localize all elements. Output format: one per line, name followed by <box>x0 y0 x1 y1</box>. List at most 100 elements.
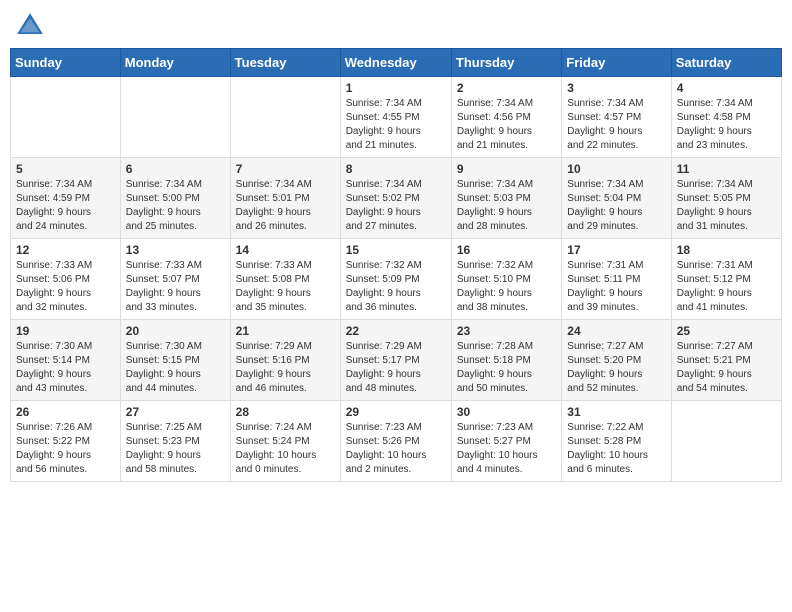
calendar-cell: 20 Sunrise: 7:30 AM Sunset: 5:15 PM Dayli… <box>120 320 230 401</box>
day-info: Sunrise: 7:34 AM Sunset: 4:55 PM Dayligh… <box>346 97 446 153</box>
day-number: 14 <box>236 243 335 257</box>
day-number: 6 <box>126 162 225 176</box>
day-number: 19 <box>16 324 115 338</box>
calendar-cell: 7 Sunrise: 7:34 AM Sunset: 5:01 PM Daylig… <box>230 158 340 239</box>
calendar-cell <box>120 77 230 158</box>
calendar-cell: 23 Sunrise: 7:28 AM Sunset: 5:18 PM Dayli… <box>451 320 561 401</box>
day-info: Sunrise: 7:23 AM Sunset: 5:27 PM Dayligh… <box>457 421 556 477</box>
calendar-cell: 14Sunrise: 7:33 AM Sunset: 5:08 PM Dayli… <box>230 239 340 320</box>
weekday-header: Monday <box>120 49 230 77</box>
day-info: Sunrise: 7:34 AM Sunset: 5:01 PM Dayligh… <box>236 178 335 234</box>
calendar-cell: 18 Sunrise: 7:31 AM Sunset: 5:12 PM Dayli… <box>671 239 781 320</box>
day-number: 15 <box>346 243 446 257</box>
calendar-cell: 5 Sunrise: 7:34 AM Sunset: 4:59 PM Daylig… <box>11 158 121 239</box>
day-info: Sunrise: 7:34 AM Sunset: 4:58 PM Dayligh… <box>677 97 776 153</box>
day-info: Sunrise: 7:27 AM Sunset: 5:21 PM Dayligh… <box>677 340 776 396</box>
calendar-cell <box>230 77 340 158</box>
day-info: Sunrise: 7:34 AM Sunset: 4:57 PM Dayligh… <box>567 97 665 153</box>
day-info: Sunrise: 7:34 AM Sunset: 5:00 PM Dayligh… <box>126 178 225 234</box>
day-info: Sunrise: 7:32 AM Sunset: 5:09 PM Dayligh… <box>346 259 446 315</box>
day-number: 3 <box>567 81 665 95</box>
weekday-header: Friday <box>562 49 671 77</box>
day-info: Sunrise: 7:30 AM Sunset: 5:15 PM Dayligh… <box>126 340 225 396</box>
day-info: Sunrise: 7:27 AM Sunset: 5:20 PM Dayligh… <box>567 340 665 396</box>
day-info: Sunrise: 7:31 AM Sunset: 5:12 PM Dayligh… <box>677 259 776 315</box>
day-info: Sunrise: 7:33 AM Sunset: 5:07 PM Dayligh… <box>126 259 225 315</box>
day-info: Sunrise: 7:32 AM Sunset: 5:10 PM Dayligh… <box>457 259 556 315</box>
calendar-cell: 21Sunrise: 7:29 AM Sunset: 5:16 PM Dayli… <box>230 320 340 401</box>
calendar-cell: 4 Sunrise: 7:34 AM Sunset: 4:58 PM Daylig… <box>671 77 781 158</box>
day-number: 4 <box>677 81 776 95</box>
calendar-cell: 24 Sunrise: 7:27 AM Sunset: 5:20 PM Dayli… <box>562 320 671 401</box>
day-info: Sunrise: 7:31 AM Sunset: 5:11 PM Dayligh… <box>567 259 665 315</box>
day-info: Sunrise: 7:26 AM Sunset: 5:22 PM Dayligh… <box>16 421 115 477</box>
day-number: 11 <box>677 162 776 176</box>
calendar-cell: 3 Sunrise: 7:34 AM Sunset: 4:57 PM Daylig… <box>562 77 671 158</box>
weekday-header: Sunday <box>11 49 121 77</box>
day-number: 27 <box>126 405 225 419</box>
day-info: Sunrise: 7:30 AM Sunset: 5:14 PM Dayligh… <box>16 340 115 396</box>
day-number: 20 <box>126 324 225 338</box>
day-number: 1 <box>346 81 446 95</box>
day-number: 7 <box>236 162 335 176</box>
calendar-cell: 2 Sunrise: 7:34 AM Sunset: 4:56 PM Daylig… <box>451 77 561 158</box>
day-number: 16 <box>457 243 556 257</box>
day-info: Sunrise: 7:34 AM Sunset: 4:59 PM Dayligh… <box>16 178 115 234</box>
calendar-cell: 30 Sunrise: 7:23 AM Sunset: 5:27 PM Dayli… <box>451 401 561 482</box>
day-number: 13 <box>126 243 225 257</box>
calendar-cell: 31 Sunrise: 7:22 AM Sunset: 5:28 PM Dayli… <box>562 401 671 482</box>
day-info: Sunrise: 7:34 AM Sunset: 5:02 PM Dayligh… <box>346 178 446 234</box>
weekday-header-row: SundayMondayTuesdayWednesdayThursdayFrid… <box>11 49 782 77</box>
day-number: 24 <box>567 324 665 338</box>
calendar-cell: 1 Sunrise: 7:34 AM Sunset: 4:55 PM Daylig… <box>340 77 451 158</box>
day-info: Sunrise: 7:34 AM Sunset: 5:04 PM Dayligh… <box>567 178 665 234</box>
day-number: 25 <box>677 324 776 338</box>
day-info: Sunrise: 7:29 AM Sunset: 5:17 PM Dayligh… <box>346 340 446 396</box>
calendar-cell: 25 Sunrise: 7:27 AM Sunset: 5:21 PM Dayli… <box>671 320 781 401</box>
calendar-cell: 26 Sunrise: 7:26 AM Sunset: 5:22 PM Dayli… <box>11 401 121 482</box>
day-number: 12 <box>16 243 115 257</box>
calendar-cell: 8 Sunrise: 7:34 AM Sunset: 5:02 PM Daylig… <box>340 158 451 239</box>
calendar-cell: 13 Sunrise: 7:33 AM Sunset: 5:07 PM Dayli… <box>120 239 230 320</box>
calendar-cell: 12 Sunrise: 7:33 AM Sunset: 5:06 PM Dayli… <box>11 239 121 320</box>
day-number: 28 <box>236 405 335 419</box>
day-number: 22 <box>346 324 446 338</box>
calendar-week-row: 12 Sunrise: 7:33 AM Sunset: 5:06 PM Dayli… <box>11 239 782 320</box>
day-number: 30 <box>457 405 556 419</box>
calendar-cell: 17 Sunrise: 7:31 AM Sunset: 5:11 PM Dayli… <box>562 239 671 320</box>
day-number: 17 <box>567 243 665 257</box>
day-info: Sunrise: 7:24 AM Sunset: 5:24 PM Dayligh… <box>236 421 335 477</box>
weekday-header: Thursday <box>451 49 561 77</box>
calendar-cell: 9 Sunrise: 7:34 AM Sunset: 5:03 PM Daylig… <box>451 158 561 239</box>
day-number: 5 <box>16 162 115 176</box>
calendar-cell: 28 Sunrise: 7:24 AM Sunset: 5:24 PM Dayli… <box>230 401 340 482</box>
day-number: 26 <box>16 405 115 419</box>
day-info: Sunrise: 7:28 AM Sunset: 5:18 PM Dayligh… <box>457 340 556 396</box>
calendar-cell: 10Sunrise: 7:34 AM Sunset: 5:04 PM Dayli… <box>562 158 671 239</box>
calendar-week-row: 1 Sunrise: 7:34 AM Sunset: 4:55 PM Daylig… <box>11 77 782 158</box>
weekday-header: Tuesday <box>230 49 340 77</box>
calendar-cell: 19 Sunrise: 7:30 AM Sunset: 5:14 PM Dayli… <box>11 320 121 401</box>
day-number: 29 <box>346 405 446 419</box>
day-number: 9 <box>457 162 556 176</box>
day-number: 8 <box>346 162 446 176</box>
day-info: Sunrise: 7:34 AM Sunset: 5:05 PM Dayligh… <box>677 178 776 234</box>
calendar-cell: 27Sunrise: 7:25 AM Sunset: 5:23 PM Dayli… <box>120 401 230 482</box>
calendar-cell: 6 Sunrise: 7:34 AM Sunset: 5:00 PM Daylig… <box>120 158 230 239</box>
day-number: 21 <box>236 324 335 338</box>
calendar-cell <box>11 77 121 158</box>
day-number: 2 <box>457 81 556 95</box>
day-info: Sunrise: 7:34 AM Sunset: 5:03 PM Dayligh… <box>457 178 556 234</box>
day-info: Sunrise: 7:33 AM Sunset: 5:06 PM Dayligh… <box>16 259 115 315</box>
calendar-cell: 29 Sunrise: 7:23 AM Sunset: 5:26 PM Dayli… <box>340 401 451 482</box>
day-number: 23 <box>457 324 556 338</box>
calendar-table: SundayMondayTuesdayWednesdayThursdayFrid… <box>10 48 782 482</box>
page-header <box>10 10 782 42</box>
day-info: Sunrise: 7:22 AM Sunset: 5:28 PM Dayligh… <box>567 421 665 477</box>
day-info: Sunrise: 7:34 AM Sunset: 4:56 PM Dayligh… <box>457 97 556 153</box>
day-number: 18 <box>677 243 776 257</box>
logo <box>14 10 50 42</box>
day-info: Sunrise: 7:23 AM Sunset: 5:26 PM Dayligh… <box>346 421 446 477</box>
calendar-week-row: 26 Sunrise: 7:26 AM Sunset: 5:22 PM Dayli… <box>11 401 782 482</box>
day-number: 31 <box>567 405 665 419</box>
